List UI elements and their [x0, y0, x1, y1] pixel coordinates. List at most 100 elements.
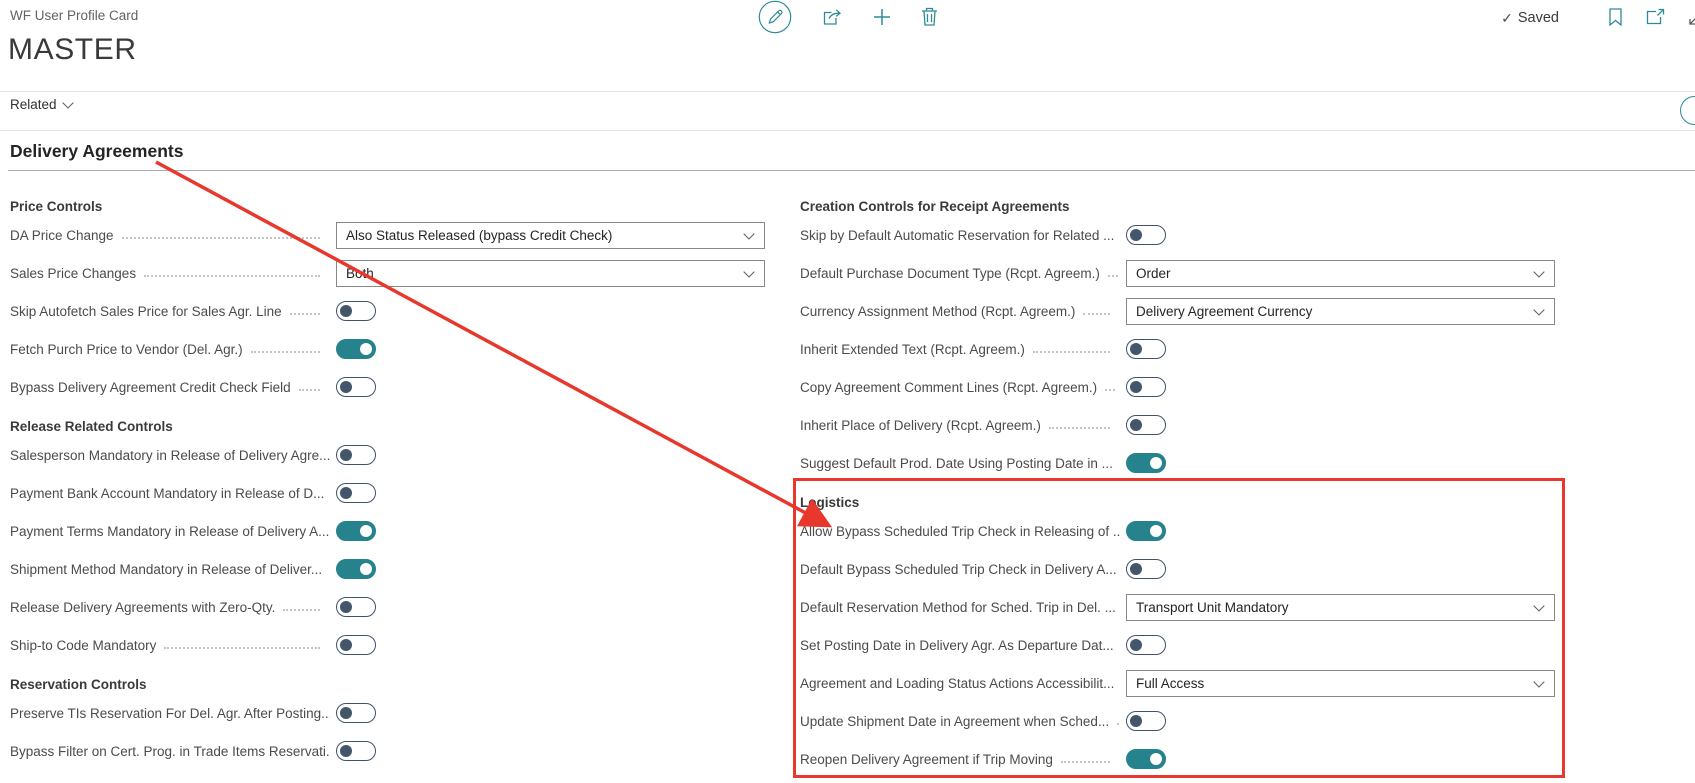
fields-area: Price Controls DA Price Change Also Status… — [0, 170, 1695, 783]
toggle-skip-by-default-automatic-reservation-for-related[interactable] — [1126, 225, 1166, 245]
toggle-knob — [360, 343, 372, 355]
toggle-knob — [360, 525, 372, 537]
toggle-release-delivery-agreements-with-zero-qty[interactable] — [336, 597, 376, 617]
group-header-price-controls: Price Controls — [10, 186, 765, 216]
field-row: Sales Price Changes Both — [10, 254, 765, 292]
dotted-leader — [290, 313, 320, 315]
field-row: Suggest Default Prod. Date Using Posting… — [800, 444, 1552, 482]
toggle-default-bypass-scheduled-trip-check-in-delivery-a[interactable] — [1126, 559, 1166, 579]
select-default-reservation-method-for-sched-trip-in-del[interactable]: Transport Unit Mandatory — [1126, 594, 1555, 621]
edit-icon — [758, 0, 792, 37]
field-label: Inherit Place of Delivery (Rcpt. Agreem.… — [800, 418, 1041, 433]
chevron-down-icon — [62, 97, 73, 108]
toggle-payment-terms-mandatory-in-release-of-delivery-a[interactable] — [336, 521, 376, 541]
field-labelwrap: Default Purchase Document Type (Rcpt. Ag… — [800, 266, 1120, 281]
field-row: Shipment Method Mandatory in Release of … — [10, 550, 765, 588]
dotted-leader — [283, 609, 320, 611]
bookmark-button[interactable] — [1609, 8, 1622, 29]
field-label: Preserve TIs Reservation For Del. Agr. A… — [10, 706, 330, 721]
toggle-update-shipment-date-in-agreement-when-sched[interactable] — [1126, 711, 1166, 731]
field-labelwrap: DA Price Change — [10, 228, 330, 243]
toggle-salesperson-mandatory-in-release-of-delivery-agre[interactable] — [336, 445, 376, 465]
toggle-preserve-tis-reservation-for-del-agr-after-posting[interactable] — [336, 703, 376, 723]
toggle-set-posting-date-in-delivery-agr-as-departure-dat[interactable] — [1126, 635, 1166, 655]
toggle-knob — [1130, 715, 1142, 727]
toggle-fetch-purch-price-to-vendor-del-agr[interactable] — [336, 339, 376, 359]
select-currency-assignment-method-rcpt-agreem[interactable]: Delivery Agreement Currency — [1126, 298, 1555, 325]
field-labelwrap: Sales Price Changes — [10, 266, 330, 281]
open-new-window-button[interactable] — [1646, 8, 1665, 28]
related-menu[interactable]: Related — [10, 97, 72, 112]
breadcrumb[interactable]: WF User Profile Card — [10, 8, 138, 23]
wf-user-profile-card-page: WF User Profile Card MASTER — [0, 0, 1695, 783]
field-row: Inherit Extended Text (Rcpt. Agreem.) — [800, 330, 1552, 368]
field-label: Set Posting Date in Delivery Agr. As Dep… — [800, 638, 1114, 653]
open-new-window-icon — [1646, 8, 1665, 28]
toggle-payment-bank-account-mandatory-in-release-of-d[interactable] — [336, 483, 376, 503]
field-label: Update Shipment Date in Agreement when S… — [800, 714, 1109, 729]
select-value: Delivery Agreement Currency — [1136, 304, 1535, 319]
toggle-bypass-filter-on-cert-prog-in-trade-items-reservati[interactable] — [336, 741, 376, 761]
select-agreement-and-loading-status-actions-accessibilit[interactable]: Full Access — [1126, 670, 1555, 697]
field-row: Preserve TIs Reservation For Del. Agr. A… — [10, 694, 765, 732]
field-labelwrap: Payment Bank Account Mandatory in Releas… — [10, 486, 330, 501]
dotted-leader — [1108, 275, 1118, 277]
group-header-creation-controls-for-receipt-agreements: Creation Controls for Receipt Agreements — [800, 186, 1552, 216]
action-toolbar — [758, 0, 938, 36]
chevron-down-icon — [1533, 676, 1544, 687]
field-labelwrap: Suggest Default Prod. Date Using Posting… — [800, 456, 1120, 471]
share-button[interactable] — [822, 7, 843, 29]
field-label: Agreement and Loading Status Actions Acc… — [800, 676, 1114, 691]
expand-button[interactable] — [1689, 9, 1695, 28]
toggle-inherit-place-of-delivery-rcpt-agreem[interactable] — [1126, 415, 1166, 435]
divider — [0, 130, 1695, 131]
chevron-down-icon — [743, 266, 754, 277]
field-label: Ship-to Code Mandatory — [10, 638, 156, 653]
field-row: Payment Bank Account Mandatory in Releas… — [10, 474, 765, 512]
toggle-shipment-method-mandatory-in-release-of-deliver[interactable] — [336, 559, 376, 579]
dotted-leader — [122, 237, 320, 239]
select-default-purchase-document-type-rcpt-agreem[interactable]: Order — [1126, 260, 1555, 287]
field-row: Copy Agreement Comment Lines (Rcpt. Agre… — [800, 368, 1552, 406]
field-row: Payment Terms Mandatory in Release of De… — [10, 512, 765, 550]
field-labelwrap: Ship-to Code Mandatory — [10, 638, 330, 653]
toggle-allow-bypass-scheduled-trip-check-in-releasing-of[interactable] — [1126, 521, 1166, 541]
chevron-down-icon — [1533, 304, 1544, 315]
toggle-ship-to-code-mandatory[interactable] — [336, 635, 376, 655]
toggle-copy-agreement-comment-lines-rcpt-agreem[interactable] — [1126, 377, 1166, 397]
chevron-down-icon — [1533, 600, 1544, 611]
column-right: Creation Controls for Receipt Agreements… — [800, 170, 1552, 778]
section-title-delivery-agreements[interactable]: Delivery Agreements — [10, 141, 183, 162]
dotted-leader — [144, 275, 320, 277]
share-icon — [822, 7, 843, 29]
toggle-suggest-default-prod-date-using-posting-date-in[interactable] — [1126, 453, 1166, 473]
edit-button[interactable] — [758, 0, 792, 37]
field-labelwrap: Preserve TIs Reservation For Del. Agr. A… — [10, 706, 330, 721]
toggle-bypass-delivery-agreement-credit-check-field[interactable] — [336, 377, 376, 397]
toggle-reopen-delivery-agreement-if-trip-moving[interactable] — [1126, 749, 1166, 769]
dotted-leader — [164, 647, 320, 649]
select-da-price-change[interactable]: Also Status Released (bypass Credit Chec… — [336, 222, 765, 249]
field-row: Set Posting Date in Delivery Agr. As Dep… — [800, 626, 1552, 664]
add-button[interactable] — [873, 8, 891, 29]
field-row: Release Delivery Agreements with Zero-Qt… — [10, 588, 765, 626]
field-label: Currency Assignment Method (Rcpt. Agreem… — [800, 304, 1075, 319]
header-right-cluster: ✓ Saved — [1501, 0, 1695, 36]
field-labelwrap: Update Shipment Date in Agreement when S… — [800, 714, 1120, 729]
field-label: Reopen Delivery Agreement if Trip Moving — [800, 752, 1053, 767]
select-value: Both — [346, 266, 745, 281]
toggle-knob — [1130, 343, 1142, 355]
field-label: Payment Terms Mandatory in Release of De… — [10, 524, 329, 539]
toggle-knob — [340, 381, 352, 393]
field-row: Default Reservation Method for Sched. Tr… — [800, 588, 1552, 626]
field-label: Salesperson Mandatory in Release of Deli… — [10, 448, 330, 463]
select-sales-price-changes[interactable]: Both — [336, 260, 765, 287]
toggle-inherit-extended-text-rcpt-agreem[interactable] — [1126, 339, 1166, 359]
field-row: Bypass Delivery Agreement Credit Check F… — [10, 368, 765, 406]
field-label: Release Delivery Agreements with Zero-Qt… — [10, 600, 275, 615]
bookmark-icon — [1609, 8, 1622, 29]
field-row: Default Purchase Document Type (Rcpt. Ag… — [800, 254, 1552, 292]
help-circle-icon-partial[interactable] — [1680, 96, 1695, 125]
toggle-skip-autofetch-sales-price-for-sales-agr-line[interactable] — [336, 301, 376, 321]
delete-button[interactable] — [921, 7, 938, 29]
